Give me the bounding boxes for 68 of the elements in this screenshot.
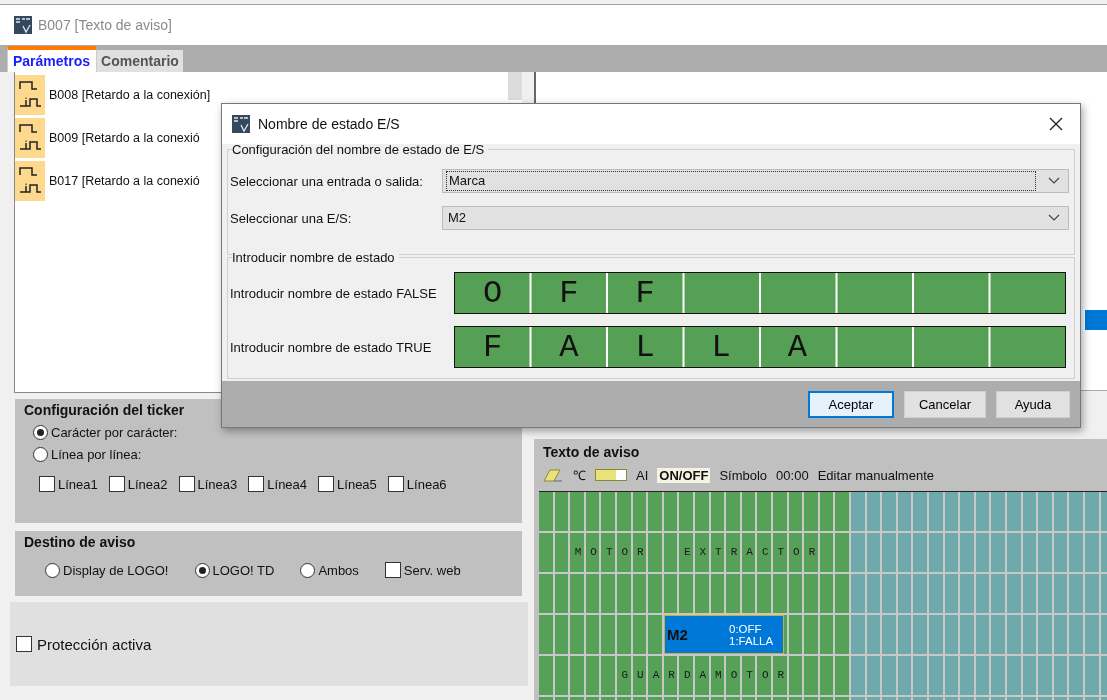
state-text: 1:FALLA	[729, 634, 774, 647]
field-label: Seleccionar una entrada o salida:	[230, 173, 424, 189]
block-label[interactable]: B009 [Retardo a la conexió	[49, 130, 200, 145]
option-label[interactable]: Serv. web	[403, 562, 461, 578]
pulse-timing-icon	[15, 160, 45, 201]
option-label[interactable]: Carácter por carácter:	[51, 425, 178, 440]
chevron-down-icon	[1048, 214, 1060, 222]
radio-button[interactable]	[33, 447, 48, 462]
option-label[interactable]: Línea por línea:	[51, 447, 142, 462]
checkbox[interactable]	[318, 476, 335, 492]
checkbox[interactable]	[384, 562, 401, 578]
field-label: Introducir nombre de estado TRUE	[230, 339, 433, 355]
radio-button[interactable]	[45, 562, 60, 578]
section-title: Destino de aviso	[23, 533, 137, 550]
toolbar-button[interactable]: Editar manualmente	[817, 467, 934, 483]
checkbox[interactable]	[39, 476, 55, 492]
dialog-button[interactable]: Cancelar	[903, 390, 986, 418]
radio-button[interactable]	[194, 562, 210, 578]
dialog-title: Nombre de estado E/S	[258, 116, 401, 132]
scrollbar[interactable]	[508, 72, 522, 100]
dropdown[interactable]: Marca	[442, 169, 1069, 193]
checkbox[interactable]	[178, 476, 195, 492]
option-label[interactable]: Línea4	[267, 476, 308, 492]
close-icon	[1049, 117, 1063, 131]
dialog-button[interactable]: Aceptar	[807, 390, 894, 418]
toolbar-button[interactable]: ℃	[573, 466, 586, 484]
app-logo-icon	[14, 16, 32, 34]
option-label[interactable]: Línea3	[197, 476, 238, 492]
window-title: B007 [Texto de aviso]	[38, 17, 172, 33]
dialog-button[interactable]: Ayuda	[996, 390, 1070, 418]
chevron-down-icon	[1048, 177, 1060, 185]
tab[interactable]: Comentario	[96, 50, 183, 72]
option-label[interactable]: Línea6	[406, 476, 447, 492]
option-label[interactable]: Ambos	[318, 562, 359, 578]
toolbar-button[interactable]: 00:00	[776, 467, 809, 483]
toolbar-button[interactable]: AI	[636, 467, 649, 483]
pulse-timing-icon	[15, 74, 45, 115]
field-name: M2	[666, 626, 689, 643]
block-label[interactable]: B017 [Retardo a la conexió	[49, 173, 200, 188]
option-label[interactable]: Línea1	[58, 476, 98, 492]
section-title: Configuración del ticker	[23, 401, 186, 418]
selected-row-highlight	[1085, 310, 1107, 330]
app-logo-icon	[232, 115, 250, 133]
option-label[interactable]: LOGO! TD	[212, 562, 275, 578]
checkbox[interactable]	[16, 636, 32, 652]
toolbar-button[interactable]: Símbolo	[719, 467, 768, 483]
option-label[interactable]: Protección activa	[37, 635, 152, 653]
group-title: Introducir nombre de estado	[232, 250, 399, 265]
field-label: Seleccionar una E/S:	[230, 210, 353, 226]
group-title: Configuración del nombre de estado de E/S	[232, 144, 489, 157]
tab[interactable]: Parámetros	[7, 46, 97, 72]
radio-button[interactable]	[33, 425, 48, 440]
bar-graph-icon[interactable]	[595, 469, 627, 481]
field-label: Introducir nombre de estado FALSE	[230, 285, 438, 301]
checkbox[interactable]	[248, 476, 265, 492]
checkbox[interactable]	[108, 476, 125, 492]
option-label[interactable]: Línea5	[337, 476, 377, 492]
block-label[interactable]: B008 [Retardo a la conexión]	[49, 87, 211, 102]
state-text: 0:OFF	[729, 622, 763, 635]
section-title: Texto de aviso	[542, 443, 641, 460]
toolbar-button[interactable]: ON/OFF	[657, 467, 711, 483]
radio-button[interactable]	[300, 562, 316, 578]
checkbox[interactable]	[387, 476, 404, 492]
option-label[interactable]: Línea2	[127, 476, 168, 492]
dropdown[interactable]: M2	[442, 206, 1069, 230]
option-label[interactable]: Display de LOGO!	[63, 562, 169, 578]
io-state-field[interactable]: M2 0:OFF 1:FALLA	[664, 615, 784, 654]
pulse-timing-icon	[15, 117, 45, 158]
